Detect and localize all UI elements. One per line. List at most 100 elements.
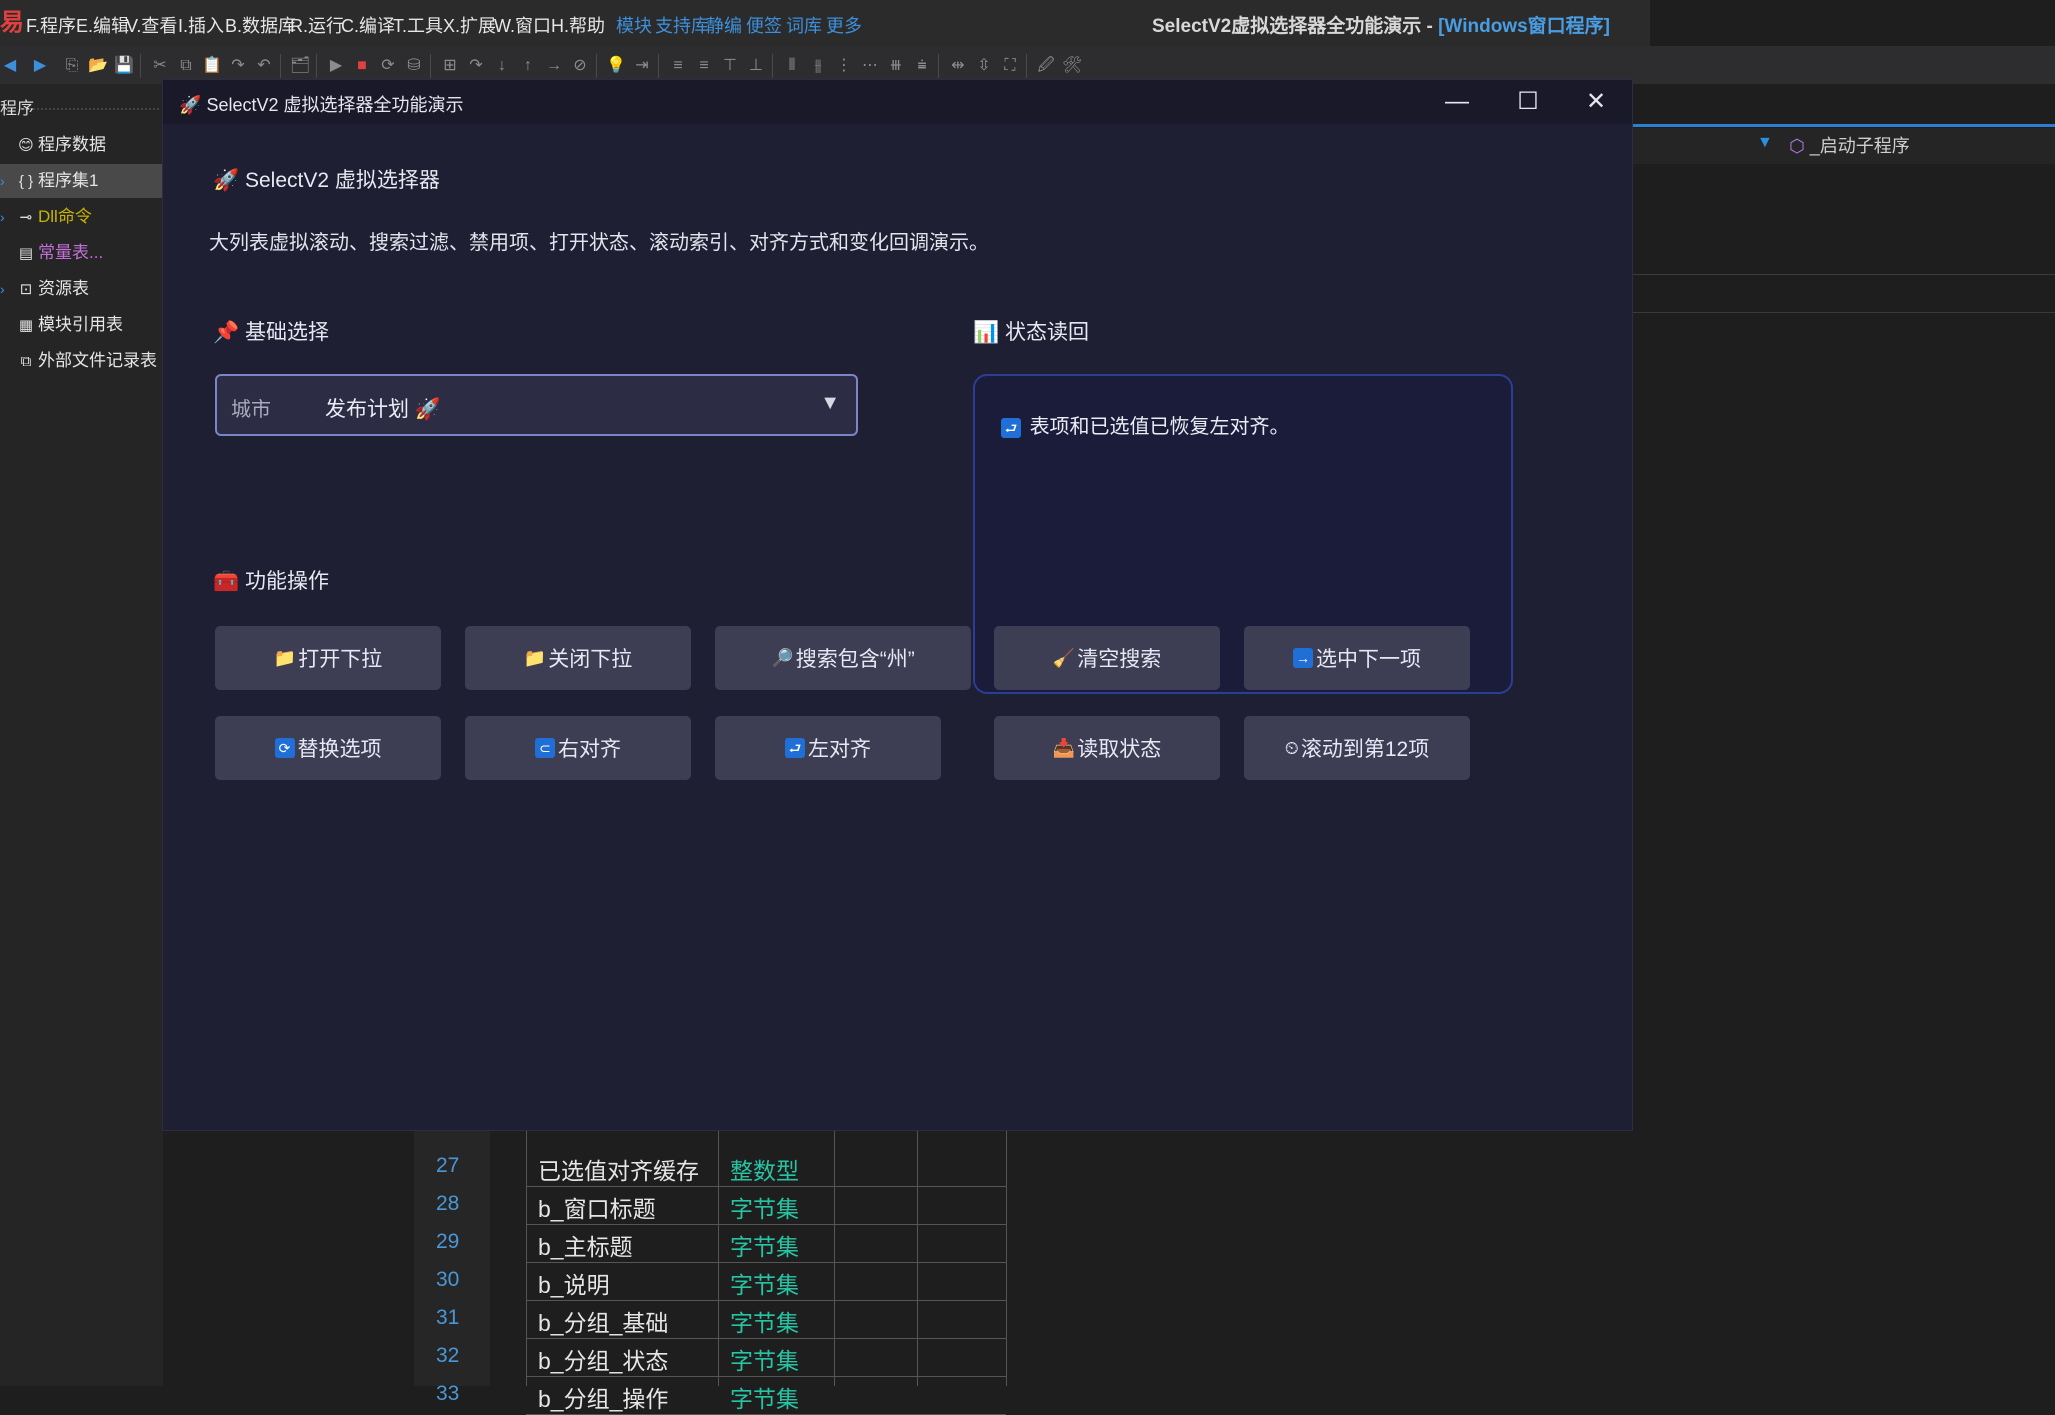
compile-icon[interactable]: ⛁	[404, 56, 424, 76]
tree-item[interactable]: ⧉ 外部文件记录表	[0, 344, 163, 378]
menu-item[interactable]: B.数据库	[225, 12, 296, 38]
open-icon[interactable]: 📂	[88, 56, 108, 76]
menu-item[interactable]: 更多	[826, 12, 862, 38]
align-right-button[interactable]: ⊂ 右对齐	[465, 716, 691, 780]
menu-item[interactable]: R.运行	[290, 12, 344, 38]
variable-type[interactable]: 字节集	[730, 1190, 799, 1224]
align-bottom-icon[interactable]: ⊥	[746, 56, 766, 76]
menu-item[interactable]: 便签	[746, 12, 782, 38]
same-size-icon[interactable]: ⛶	[1000, 56, 1020, 76]
dist-icon[interactable]: ⧻	[886, 56, 906, 76]
align-top-icon[interactable]: ⊤	[720, 56, 740, 76]
space-h-icon[interactable]: ⋮	[834, 56, 854, 76]
stop-icon[interactable]: ■	[352, 56, 372, 76]
continue-icon[interactable]: →	[544, 56, 564, 76]
chevron-right-icon[interactable]: ›	[0, 272, 14, 306]
menu-item[interactable]: 支持库	[655, 12, 709, 38]
read-state-button[interactable]: 📥 读取状态	[994, 716, 1220, 780]
align-left-button[interactable]: ⮐ 左对齐	[715, 716, 941, 780]
new-file-icon[interactable]: ⎘	[62, 56, 82, 76]
run-icon[interactable]: ▶	[326, 56, 346, 76]
space-v-icon[interactable]: ⋯	[860, 56, 880, 76]
variable-name[interactable]: b_分组_状态	[538, 1342, 668, 1376]
tree-item[interactable]: 😊 程序数据	[0, 128, 163, 162]
tree-item[interactable]: ›{ } 程序集1	[0, 164, 163, 198]
same-height-icon[interactable]: ⇳	[974, 56, 994, 76]
city-select[interactable]: 城市 发布计划 🚀 ▼	[215, 374, 858, 436]
dist2-icon[interactable]: ⩧	[912, 56, 932, 76]
variable-type[interactable]: 字节集	[730, 1380, 799, 1414]
hcenter-icon[interactable]: ⫴	[782, 56, 802, 76]
menu-item[interactable]: F.程序	[26, 12, 76, 38]
replace-options-button[interactable]: ⟳ 替换选项	[215, 716, 441, 780]
select-next-button[interactable]: → 选中下一项	[1244, 626, 1470, 690]
clear-search-button[interactable]: 🧹 清空搜索	[994, 626, 1220, 690]
step-icon[interactable]: ⊞	[440, 56, 460, 76]
close-dropdown-button[interactable]: 📁 关闭下拉	[465, 626, 691, 690]
toolbar-separator	[658, 54, 659, 78]
chevron-right-icon[interactable]: ›	[0, 200, 14, 234]
restart-icon[interactable]: ⟳	[378, 56, 398, 76]
menu-item[interactable]: 模块	[616, 12, 652, 38]
align-left-icon[interactable]: ≡	[668, 56, 688, 76]
variable-name[interactable]: b_窗口标题	[538, 1190, 656, 1224]
redo-icon[interactable]: ↷	[228, 56, 248, 76]
variable-type[interactable]: 整数型	[730, 1152, 799, 1186]
menu-item[interactable]: T.工具	[393, 12, 443, 38]
back-icon[interactable]: ◀	[0, 56, 20, 76]
variable-name[interactable]: b_主标题	[538, 1228, 633, 1262]
breakpoint-icon[interactable]: ⊘	[570, 56, 590, 76]
save-icon[interactable]: 💾	[114, 56, 134, 76]
tree-item-label: 外部文件记录表	[38, 351, 157, 370]
variable-type[interactable]: 字节集	[730, 1266, 799, 1300]
jump-icon[interactable]: ⇥	[632, 56, 652, 76]
variable-type[interactable]: 字节集	[730, 1228, 799, 1262]
menu-item[interactable]: W.窗口	[494, 12, 551, 38]
tools-icon[interactable]: 🛠	[1062, 56, 1082, 76]
maximize-button[interactable]: ☐	[1495, 80, 1561, 124]
scroll-to-12-button[interactable]: ⏲ 滚动到第12项	[1244, 716, 1470, 780]
variable-name[interactable]: b_分组_基础	[538, 1304, 668, 1338]
cube-icon: ⬡	[1789, 136, 1805, 156]
table-border	[834, 1130, 835, 1386]
menu-item[interactable]: E.编辑	[76, 12, 129, 38]
undo-icon[interactable]: ↶	[254, 56, 274, 76]
menu-item[interactable]: C.编译	[341, 12, 395, 38]
menu-item[interactable]: 词库	[786, 12, 822, 38]
step-out-icon[interactable]: ↑	[518, 56, 538, 76]
variable-name[interactable]: b_说明	[538, 1266, 610, 1300]
menu-item[interactable]: H.帮助	[551, 12, 605, 38]
align-right-icon[interactable]: ≡	[694, 56, 714, 76]
variable-type[interactable]: 字节集	[730, 1342, 799, 1376]
tree-item[interactable]: › ⊡ 资源表	[0, 272, 163, 306]
open-dropdown-button[interactable]: 📁 打开下拉	[215, 626, 441, 690]
same-width-icon[interactable]: ⇹	[948, 56, 968, 76]
vcenter-icon[interactable]: ⫵	[808, 56, 828, 76]
menu-item[interactable]: I.插入	[178, 12, 224, 38]
search-button[interactable]: 🔎 搜索包含“州”	[715, 626, 971, 690]
step-into-icon[interactable]: ↓	[492, 56, 512, 76]
chevron-right-icon[interactable]: ›	[0, 164, 14, 198]
copy-icon[interactable]: ⧉	[176, 56, 196, 76]
ide-title-suffix: [Windows窗口程序]	[1438, 16, 1610, 37]
tree-item[interactable]: ▦ 模块引用表	[0, 308, 163, 342]
menu-item[interactable]: X.扩展	[443, 12, 496, 38]
variable-name[interactable]: 已选值对齐缓存	[538, 1152, 699, 1186]
step-over-icon[interactable]: ↷	[466, 56, 486, 76]
close-button[interactable]: ✕	[1563, 80, 1629, 124]
find-icon[interactable]: 🗂	[290, 56, 310, 76]
chevron-down-icon[interactable]: ▼	[1757, 134, 1773, 152]
tree-item[interactable]: › ⊸ Dll命令	[0, 200, 163, 234]
forward-icon[interactable]: ▶	[30, 56, 50, 76]
variable-name[interactable]: b_分组_操作	[538, 1380, 668, 1414]
menu-item[interactable]: 静编	[706, 12, 742, 38]
paste-icon[interactable]: 📋	[202, 56, 222, 76]
variable-type[interactable]: 字节集	[730, 1304, 799, 1338]
cut-icon[interactable]: ✂	[150, 56, 170, 76]
menu-item[interactable]: V.查看	[126, 12, 177, 38]
tree-item[interactable]: ▤ 常量表...	[0, 236, 163, 270]
hint-icon[interactable]: 💡	[606, 56, 626, 76]
chevron-down-icon[interactable]: ▼	[820, 392, 840, 415]
minimize-button[interactable]: —	[1424, 80, 1490, 124]
brush-icon[interactable]: 🖉	[1036, 56, 1056, 76]
